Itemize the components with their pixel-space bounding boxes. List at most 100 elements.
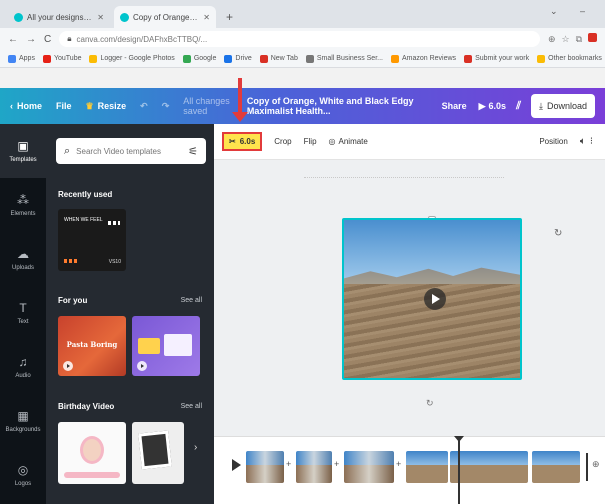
tab-title: All your designs - Canva <box>27 12 93 22</box>
play-icon: ▶ <box>478 100 486 111</box>
position-button[interactable]: Position <box>539 137 567 146</box>
see-all-link[interactable]: See all <box>181 297 202 304</box>
template-thumbnail[interactable] <box>132 316 200 376</box>
lock-icon: 🔒︎ <box>67 34 72 43</box>
file-menu[interactable]: File <box>56 101 72 111</box>
new-tab-button[interactable]: + <box>220 10 239 28</box>
timeline-play-icon[interactable] <box>232 459 241 471</box>
selected-video-element[interactable] <box>342 218 522 380</box>
template-thumbnail[interactable] <box>132 422 184 484</box>
home-button[interactable]: ‹ Home <box>10 101 42 111</box>
bookmark-small-business[interactable]: Small Business Ser... <box>305 54 383 63</box>
thumbnail-decoration <box>108 221 120 225</box>
rail-item-backgrounds[interactable]: ▦ Backgrounds <box>0 394 46 448</box>
timeline-clip[interactable] <box>246 451 284 483</box>
rotate-handle-icon[interactable]: ↻ <box>426 398 434 409</box>
templates-panel: ⌕ ⚟ Recently used WHEN WE FEEL VS10 For … <box>46 124 214 504</box>
annotation-arrow-head <box>232 112 248 122</box>
browser-tab-designs[interactable]: All your designs - Canva ✕ <box>8 6 110 28</box>
volume-icon[interactable]: 🔈︎⁝ <box>580 136 597 147</box>
resize-button[interactable]: ♛ Resize <box>86 101 127 112</box>
timeline-playhead[interactable] <box>454 436 464 504</box>
timeline-clip[interactable] <box>344 451 394 483</box>
bookmark-new-tab[interactable]: New Tab <box>259 54 298 63</box>
chevron-right-icon[interactable]: › <box>194 442 197 453</box>
rail-item-uploads[interactable]: ☁ Uploads <box>0 232 46 286</box>
upload-chart-icon[interactable]: ⫽ <box>516 100 521 113</box>
search-input[interactable] <box>76 146 183 156</box>
trim-button[interactable]: ✂ 6.0s <box>222 132 263 151</box>
bookmark-other[interactable]: Other bookmarks <box>537 54 602 63</box>
extension-icon[interactable] <box>588 33 597 42</box>
ruler <box>304 172 504 178</box>
back-icon[interactable]: ← <box>8 34 18 45</box>
document-title[interactable]: Copy of Orange, White and Black Edgy Max… <box>247 96 426 116</box>
redo-icon[interactable]: ↷ <box>162 101 170 112</box>
animate-button[interactable]: ◎ Animate <box>329 137 368 146</box>
clip-sky <box>478 451 528 466</box>
left-rail: ▣ Templates ⁂ Elements ☁ Uploads T Text ♫ Aud… <box>0 124 46 504</box>
rail-item-logos[interactable]: ◎ Logos <box>0 448 46 502</box>
browser-tab-design-editor[interactable]: Copy of Orange, White and Bla ✕ <box>114 6 216 28</box>
elements-icon: ⁂ <box>17 193 29 207</box>
rail-item-templates[interactable]: ▣ Templates <box>0 124 46 178</box>
close-tab-icon[interactable]: ✕ <box>97 13 104 22</box>
tab-title: Copy of Orange, White and Bla <box>133 12 199 22</box>
address-bar-actions[interactable]: ⊕☆⧉ <box>548 33 597 45</box>
bookmark-google[interactable]: Google <box>182 54 216 63</box>
bookmark-apps[interactable]: Apps <box>8 54 35 63</box>
bookmark-submit[interactable]: Submit your work <box>464 54 529 63</box>
bookmark-drive[interactable]: Drive <box>224 54 252 63</box>
add-page-icon[interactable]: ⊕ <box>592 459 600 470</box>
filter-icon[interactable]: ⚟ <box>188 145 198 158</box>
close-tab-icon[interactable]: ✕ <box>203 13 210 22</box>
editor-toolbar: ✂ 6.0s Crop Flip ◎ Animate Position 🔈︎⁝ <box>214 124 605 160</box>
add-transition-icon[interactable]: + <box>334 459 339 469</box>
rotate-icon[interactable]: ↻ <box>554 228 562 239</box>
save-status: All changes saved <box>183 96 230 116</box>
rail-item-audio[interactable]: ♫ Audio <box>0 340 46 394</box>
add-transition-icon[interactable]: + <box>286 459 291 469</box>
flip-button[interactable]: Flip <box>304 137 317 146</box>
bookmark-photos[interactable]: Logger - Google Photos <box>89 54 175 63</box>
for-you-heading: For you <box>58 296 88 305</box>
template-thumbnail[interactable]: Pasta Boring <box>58 316 126 376</box>
thumbnail-photo <box>80 436 104 464</box>
rail-item-elements[interactable]: ⁂ Elements <box>0 178 46 232</box>
amazon-icon <box>390 54 399 63</box>
backgrounds-icon: ▦ <box>17 409 29 423</box>
rail-item-text[interactable]: T Text <box>0 286 46 340</box>
youtube-icon <box>42 54 51 63</box>
play-icon <box>137 361 147 371</box>
timeline-end-marker[interactable] <box>586 453 588 481</box>
template-thumbnail[interactable] <box>58 422 126 484</box>
canva-top-bar: ‹ Home File ♛ Resize ↶ ↷ All changes saved… <box>0 88 605 124</box>
clip-sky <box>344 451 394 466</box>
video-play-icon[interactable] <box>424 288 446 310</box>
add-transition-icon[interactable]: + <box>396 459 401 469</box>
download-button[interactable]: ⤓ Download <box>530 94 595 118</box>
photos-icon <box>89 54 98 63</box>
uploads-icon: ☁ <box>17 247 29 261</box>
timeline-clip[interactable] <box>532 451 580 483</box>
forward-icon[interactable]: → <box>26 34 36 45</box>
bookmark-amazon[interactable]: Amazon Reviews <box>390 54 456 63</box>
undo-icon[interactable]: ↶ <box>140 101 148 112</box>
url-text: canva.com/design/DAFhxBcTTBQ/... <box>76 34 208 44</box>
timeline-clip[interactable] <box>296 451 332 483</box>
clip-ground <box>406 465 448 483</box>
url-field[interactable]: 🔒︎ canva.com/design/DAFhxBcTTBQ/... <box>59 31 540 47</box>
canva-favicon-icon <box>120 12 129 22</box>
recent-template-thumbnail[interactable]: WHEN WE FEEL VS10 <box>58 209 126 271</box>
thumbnail-text: VS10 <box>108 259 121 265</box>
timeline-clip[interactable] <box>406 451 448 483</box>
present-button[interactable]: ▶ 6.0s <box>479 101 506 112</box>
share-button[interactable]: Share <box>442 101 467 111</box>
bookmark-youtube[interactable]: YouTube <box>42 54 81 63</box>
see-all-link[interactable]: See all <box>181 403 202 410</box>
crop-button[interactable]: Crop <box>274 137 291 146</box>
template-search-box[interactable]: ⌕ ⚟ <box>56 138 206 164</box>
timeline-clip[interactable] <box>478 451 528 483</box>
reload-icon[interactable]: C <box>44 34 51 45</box>
window-controls[interactable]: ⌄ – <box>550 6 595 17</box>
